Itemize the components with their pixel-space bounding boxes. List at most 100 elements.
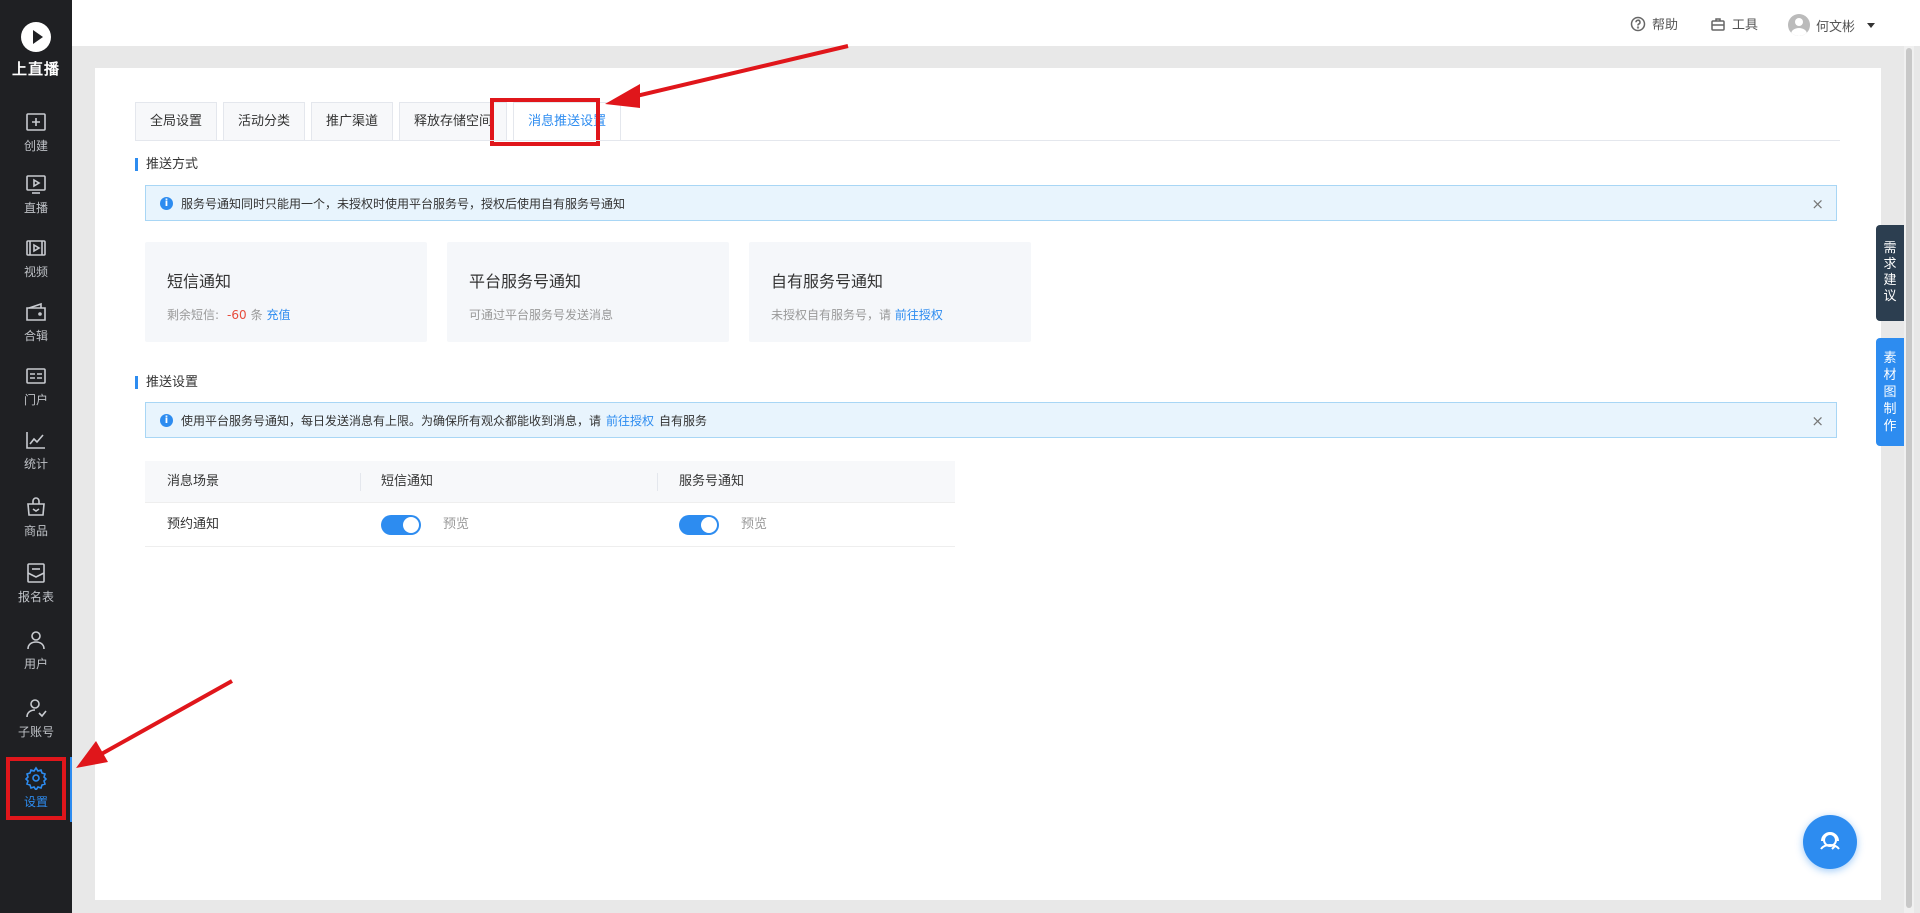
sub-account-icon [24,696,48,720]
help-link[interactable]: 帮助 [1630,14,1678,33]
col-header-scene: 消息场景 [167,474,220,489]
tab-activity-categories[interactable]: 活动分类 [223,102,306,140]
info-icon: i [160,413,173,427]
sms-preview-link[interactable]: 预览 [443,503,469,547]
section-title-push-settings: 推送设置 [135,376,198,389]
user-icon [24,628,48,652]
main-panel: 全局设置 活动分类 推广渠道 释放存储空间 消息推送设置 推送方式 i 服务号通… [95,68,1881,900]
logo-icon [21,22,51,52]
caret-down-icon [1867,22,1876,28]
toolbox-icon [1711,17,1725,31]
video-icon [24,236,48,260]
sidebar-item-live[interactable]: 直播 [0,172,72,216]
active-indicator [70,757,72,822]
sidebar-item-collection[interactable]: 合辑 [0,300,72,344]
card-desc: 剩余短信: -60 条 充值 [167,306,405,323]
sidebar-item-label: 用户 [23,657,48,671]
tools-link[interactable]: 工具 [1710,14,1758,33]
authorize-link[interactable]: 前往授权 [895,308,943,322]
service-preview-link[interactable]: 预览 [741,503,767,547]
sidebar-item-products[interactable]: 商品 [0,495,72,539]
tab-promotion-channels[interactable]: 推广渠道 [311,102,394,140]
card-platform-service-notification: 平台服务号通知 可通过平台服务号发送消息 [447,242,729,342]
user-name: 何文彬 [1816,19,1856,35]
feedback-tab[interactable]: 需求建议 [1876,225,1904,321]
recharge-link[interactable]: 充值 [267,308,291,322]
notice-authorize-link[interactable]: 前往授权 [606,412,654,429]
sidebar: 上直播 创建 直播 视频 合辑 门户 统计 商品 报名表 用户 子账号 设置 [0,0,72,913]
col-header-sms: 短信通知 [381,474,434,489]
customer-support-button[interactable] [1803,815,1857,869]
chart-line-icon [24,428,48,452]
sidebar-item-label: 报名表 [17,590,54,604]
service-toggle[interactable] [679,515,719,535]
table-header: 消息场景 短信通知 服务号通知 [145,461,955,503]
card-own-service-notification: 自有服务号通知 未授权自有服务号，请 前往授权 [749,242,1031,342]
sidebar-item-label: 统计 [23,457,48,471]
portal-icon [24,364,48,388]
shopping-bag-icon [24,495,48,519]
help-label: 帮助 [1652,18,1679,33]
notice-text: 服务号通知同时只能用一个，未授权时使用平台服务号，授权后使用自有服务号通知 [181,196,626,211]
col-divider [360,473,361,491]
push-settings-notice: i 使用平台服务号通知，每日发送消息有上限。为确保所有观众都能收到消息，请 前往… [145,402,1837,438]
form-icon [24,561,48,585]
card-desc: 未授权自有服务号，请 前往授权 [771,306,1009,323]
col-divider [657,473,658,491]
tools-label: 工具 [1732,18,1759,33]
tab-highlight-box [490,98,600,146]
sidebar-item-portal[interactable]: 门户 [0,364,72,408]
close-icon[interactable]: × [1811,195,1824,213]
card-desc: 可通过平台服务号发送消息 [469,308,614,322]
topbar: 帮助 工具 何文彬 [72,0,1920,46]
sidebar-item-create[interactable]: 创建 [0,110,72,154]
sidebar-item-label: 创建 [23,139,48,153]
notice-text: 使用平台服务号通知，每日发送消息有上限。为确保所有观众都能收到消息，请 [181,413,602,428]
material-maker-tab[interactable]: 素材图制作 [1876,338,1904,446]
material-label: 素材图制作 [1883,351,1897,434]
col-header-service: 服务号通知 [679,474,745,489]
brand-logo[interactable]: 上直播 [0,22,72,79]
table-row: 预约通知 预览 预览 [145,503,955,547]
section-title-push-method: 推送方式 [135,158,198,171]
settings-highlight-box [6,757,66,820]
sidebar-item-label: 商品 [23,524,48,538]
sidebar-item-video[interactable]: 视频 [0,236,72,280]
sidebar-item-users[interactable]: 用户 [0,628,72,672]
wallet-icon [24,300,48,324]
avatar [1788,14,1810,36]
plus-square-icon [24,110,48,134]
sidebar-item-label: 子账号 [17,725,54,739]
card-title: 短信通知 [167,272,232,291]
info-icon: i [160,196,173,210]
sidebar-item-label: 合辑 [23,329,48,343]
push-method-notice: i 服务号通知同时只能用一个，未授权时使用平台服务号，授权后使用自有服务号通知 … [145,185,1837,221]
row-scene: 预约通知 [167,517,220,532]
card-title: 自有服务号通知 [771,272,884,291]
card-sms-notification: 短信通知 剩余短信: -60 条 充值 [145,242,427,342]
sidebar-item-label: 视频 [23,265,48,279]
scrollbar-thumb[interactable] [1906,48,1912,908]
sidebar-item-forms[interactable]: 报名表 [0,561,72,605]
sms-remaining-label: 剩余短信: [167,308,220,322]
sms-unit: 条 [250,308,263,322]
tabs-divider [135,140,1840,141]
user-menu[interactable]: 何文彬 [1788,14,1876,36]
sidebar-item-label: 门户 [23,393,48,407]
live-play-icon [24,172,48,196]
headset-icon [1820,832,1840,850]
own-desc: 未授权自有服务号，请 [771,308,892,322]
feedback-label: 需求建议 [1883,241,1897,304]
push-settings-table: 消息场景 短信通知 服务号通知 预约通知 预览 预览 [145,461,955,547]
help-icon [1630,16,1646,31]
close-icon[interactable]: × [1811,412,1824,430]
sms-remaining-count: -60 [227,308,247,322]
sms-toggle[interactable] [381,515,421,535]
sidebar-item-subaccounts[interactable]: 子账号 [0,696,72,740]
sidebar-item-stats[interactable]: 统计 [0,428,72,472]
notice-suffix: 自有服务 [659,413,708,428]
card-title: 平台服务号通知 [469,272,582,291]
brand-name: 上直播 [11,60,60,78]
sidebar-item-label: 直播 [23,201,48,215]
tab-global-settings[interactable]: 全局设置 [135,102,218,140]
